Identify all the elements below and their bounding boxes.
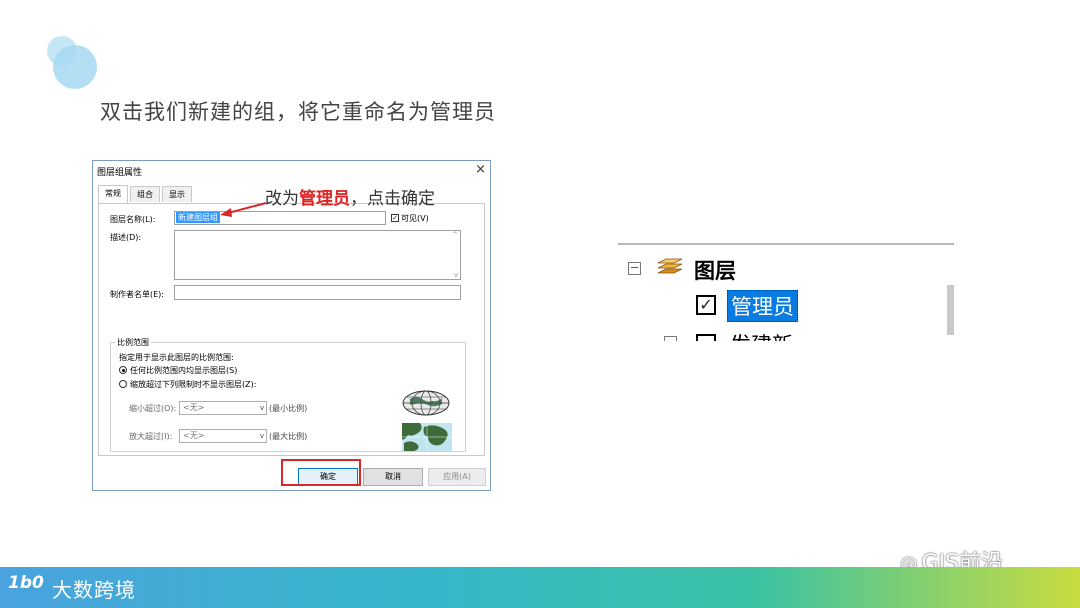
scale-range-title: 比例范围	[115, 337, 151, 348]
scroll-down-icon[interactable]: v	[454, 271, 458, 279]
description-label: 描述(D):	[110, 233, 142, 242]
close-icon[interactable]: ×	[475, 162, 486, 177]
cancel-button[interactable]: 取消	[363, 468, 423, 486]
annotation-text: 改为管理员，点击确定	[265, 184, 435, 209]
credits-input[interactable]	[174, 285, 461, 300]
zoom-out-label: 缩小超过(O):	[129, 404, 177, 413]
dialog-title: 图层组属性	[97, 168, 143, 178]
annotation-suffix: ，点击确定	[350, 189, 435, 209]
visible-checkbox[interactable]: ✓	[391, 214, 399, 222]
zoom-out-value: <无>	[183, 403, 205, 412]
layer-group-properties-dialog: 图层组属性 × 常规 组合 显示 图层名称(L): 新建图层组 ✓ 可见(V) …	[92, 160, 491, 491]
layers-icon	[654, 255, 686, 281]
credits-label: 制作者名单(E):	[110, 290, 164, 299]
map-icon	[402, 423, 452, 451]
annotation-prefix: 改为	[265, 189, 299, 209]
annotation-highlight: 管理员	[299, 189, 350, 209]
radio-show-all-scales[interactable]	[119, 366, 127, 374]
radio-scale-limits-label: 缩放超过下列限制时不显示图层(Z):	[130, 380, 257, 389]
zoom-in-hint: (最大比例)	[269, 432, 308, 441]
layer-name-value: 新建图层组	[176, 212, 220, 223]
brand-name: 大数跨境	[52, 578, 136, 602]
ok-button-highlight-box	[281, 459, 361, 486]
layer-tree-panel: − 图层 ✓ 管理员 发建新	[618, 243, 954, 341]
expander-icon-partial[interactable]	[664, 336, 677, 341]
partial-checkbox[interactable]	[696, 334, 716, 341]
tree-item-selected[interactable]: 管理员	[727, 290, 798, 322]
tree-root-label[interactable]: 图层	[694, 255, 736, 285]
zoom-out-combo[interactable]: <无> v	[179, 401, 267, 415]
tree-item-partial[interactable]: 发建新	[730, 329, 793, 341]
tree-scrollbar[interactable]	[947, 285, 954, 335]
zoom-in-value: <无>	[183, 431, 205, 440]
tab-general[interactable]: 常规	[98, 185, 128, 203]
radio-scale-limits[interactable]	[119, 380, 127, 388]
annotation-arrow-icon	[220, 202, 267, 217]
zoom-out-hint: (最小比例)	[269, 404, 308, 413]
globe-icon	[402, 390, 450, 416]
chevron-down-icon: v	[259, 432, 264, 440]
visible-label: 可见(V)	[401, 214, 429, 223]
chevron-down-icon: v	[259, 404, 264, 412]
apply-button[interactable]: 应用(A)	[428, 468, 486, 486]
tab-panel-general: 图层名称(L): 新建图层组 ✓ 可见(V) 描述(D): ^ v 制作者名单(…	[98, 203, 485, 456]
decor-circle-large	[53, 45, 97, 89]
radio-show-all-label: 任何比例范围内均显示图层(S)	[130, 366, 238, 375]
layer-name-label: 图层名称(L):	[110, 215, 156, 224]
collapse-expander-icon[interactable]: −	[628, 262, 641, 275]
footer-bar: 1b0 大数跨境	[0, 567, 1080, 608]
tab-display[interactable]: 显示	[162, 186, 192, 202]
tab-grouping[interactable]: 组合	[130, 186, 160, 202]
slide-title: 双击我们新建的组，将它重命名为管理员	[100, 100, 496, 124]
zoom-in-label: 放大超过(I):	[129, 432, 173, 441]
scroll-up-icon[interactable]: ^	[452, 231, 458, 239]
zoom-in-combo[interactable]: <无> v	[179, 429, 267, 443]
description-textarea[interactable]: ^ v	[174, 230, 461, 280]
admin-visibility-checkbox[interactable]: ✓	[696, 295, 716, 315]
scale-range-prompt: 指定用于显示此图层的比例范围:	[119, 353, 234, 362]
layer-name-input[interactable]: 新建图层组	[174, 211, 386, 225]
brand-logo: 1b0	[8, 573, 44, 593]
